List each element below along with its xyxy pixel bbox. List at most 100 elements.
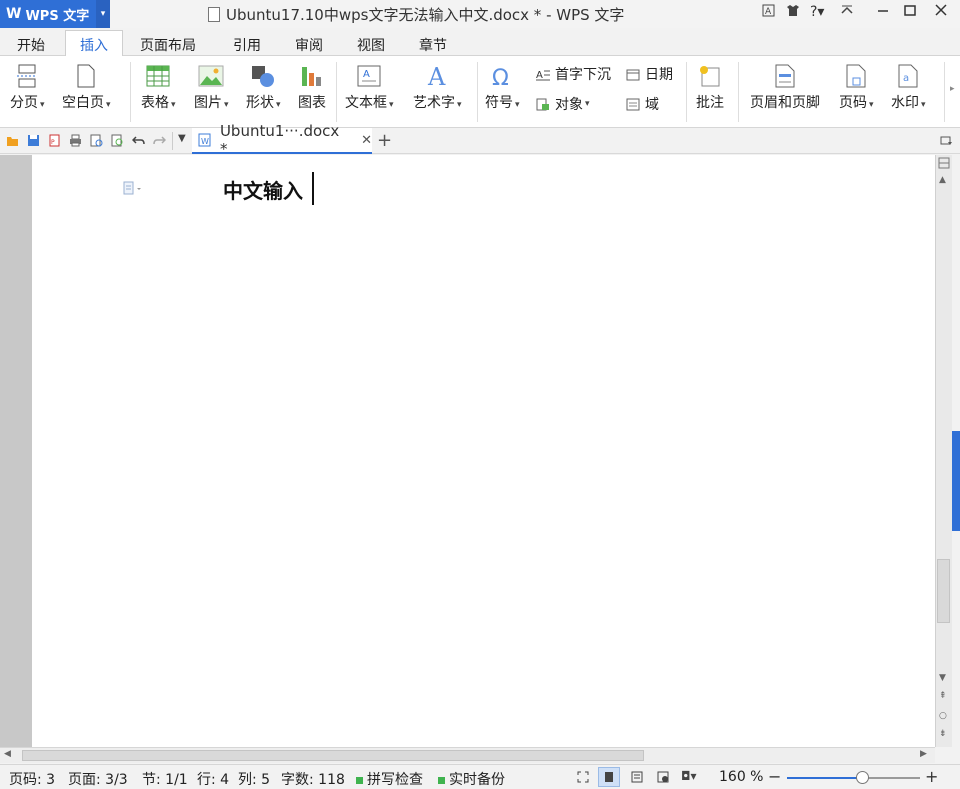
select-browse-object-icon[interactable]: ○ [939,711,947,721]
tab-insert[interactable]: 插入 [65,30,123,57]
undo-icon[interactable] [132,134,145,147]
symbol-button[interactable]: Ω 符号 ▾ [485,64,520,112]
skin-icon[interactable]: A [762,4,775,21]
tab-list-icon[interactable] [940,134,953,147]
preview-icon[interactable] [111,134,124,147]
outline-view-icon[interactable] [631,771,643,783]
wordart-button[interactable]: A 艺术字 ▾ [413,64,462,112]
symbol-label: 符号 [485,95,513,111]
new-tab-plus-icon[interactable]: + [377,130,392,151]
scroll-up-icon[interactable]: ▲ [939,175,946,185]
status-word-count[interactable]: 字数: 118 [281,769,345,789]
shirt-icon[interactable] [786,4,800,21]
horizontal-scrollbar[interactable]: ◀ ▶ [0,747,935,763]
status-page-number[interactable]: 页码: 3 [9,769,55,789]
quick-access-toolbar: P ▼ + [0,128,960,154]
scroll-down-icon[interactable]: ▼ [939,673,946,683]
document-page[interactable]: 中文输入 [32,155,935,747]
spell-check-toggle[interactable]: 拼写检查 [356,769,423,789]
svg-text:A: A [363,69,370,80]
document-icon [208,7,220,22]
shapes-label: 形状 [246,95,274,111]
close-icon[interactable] [934,4,948,21]
table-label: 表格 [141,95,169,111]
page-number-button[interactable]: 页码 ▾ [839,64,874,112]
print-preview-icon[interactable] [90,134,103,147]
tab-section[interactable]: 章节 [419,35,447,55]
shapes-button[interactable]: 形状 ▾ [246,64,281,112]
help-icon[interactable]: ?▾ [810,4,824,20]
zoom-out-icon[interactable]: − [768,767,781,786]
vertical-scrollbar[interactable]: ▲ ▼ ⇞ ○ ⇟ [935,155,952,747]
tab-page-layout[interactable]: 页面布局 [140,35,196,55]
backup-toggle[interactable]: 实时备份 [438,769,505,789]
comment-button[interactable]: 批注 [696,64,724,112]
scroll-right-icon[interactable]: ▶ [920,749,927,759]
ribbon-scroll-icon[interactable]: ▸ [950,84,955,94]
field-button[interactable]: 域 [626,94,659,114]
document-tab[interactable]: W Ubuntu1···.docx * ✕ [192,122,372,158]
app-menu-button[interactable]: W WPS 文字 ▾ [0,0,110,28]
chevron-down-icon: ▾ [457,100,462,110]
table-button[interactable]: 表格 ▾ [141,64,176,112]
title-bar: W WPS 文字 ▾ Ubuntu17.10中wps文字无法输入中文.docx … [0,0,960,28]
print-icon[interactable] [69,134,82,147]
app-dropdown-icon[interactable]: ▾ [96,0,110,28]
paragraph-options-icon[interactable] [123,181,145,195]
export-pdf-icon[interactable]: P [48,134,61,147]
page-number-label: 页码 [839,95,867,111]
page-break-button[interactable]: 分页 ▾ [10,64,45,112]
web-view-icon[interactable] [657,771,669,783]
status-pages[interactable]: 页面: 3/3 [68,769,128,789]
chart-button[interactable]: 图表 [298,64,326,112]
drop-cap-button[interactable]: A 首字下沉 [536,64,611,84]
document-tab-label: Ubuntu1···.docx * [219,122,340,158]
blank-page-label: 空白页 [62,95,104,111]
full-screen-icon[interactable] [577,771,589,783]
svg-text:A: A [427,64,446,88]
tab-references[interactable]: 引用 [233,35,261,55]
split-view-icon[interactable] [938,157,950,169]
date-button[interactable]: 日期 [626,64,673,84]
tab-view[interactable]: 视图 [357,35,385,55]
reading-mode-icon[interactable]: ◘▾ [681,769,697,783]
blank-page-button[interactable]: 空白页 ▾ [62,64,111,112]
chevron-down-icon: ▾ [515,100,520,110]
tab-home[interactable]: 开始 [17,35,45,55]
close-tab-icon[interactable]: ✕ [361,133,372,148]
chevron-down-icon: ▾ [40,100,45,110]
scroll-thumb[interactable] [937,559,950,623]
save-icon[interactable] [27,134,40,147]
status-section[interactable]: 节: 1/1 [142,769,188,789]
backup-status-icon [438,776,445,784]
textbox-label: 文本框 [345,95,387,111]
watermark-button[interactable]: a 水印 ▾ [891,64,926,112]
tab-review[interactable]: 审阅 [295,35,323,55]
textbox-button[interactable]: A 文本框 ▾ [345,64,394,112]
customize-dropdown-icon[interactable]: ▼ [178,133,186,144]
wps-logo-icon: W [6,6,22,22]
horizontal-scroll-thumb[interactable] [22,750,644,761]
chevron-down-icon: ▾ [171,100,176,110]
side-panel-toggle[interactable] [952,431,960,531]
previous-page-icon[interactable]: ⇞ [939,691,947,701]
picture-button[interactable]: 图片 ▾ [194,64,229,112]
scroll-left-icon[interactable]: ◀ [4,749,11,759]
object-button[interactable]: 对象 ▾ [536,94,590,114]
zoom-slider-thumb[interactable] [856,771,869,784]
open-folder-icon[interactable] [6,134,19,147]
drop-cap-icon: A [536,70,550,81]
zoom-slider-track[interactable] [787,771,920,784]
zoom-in-icon[interactable]: + [925,767,938,786]
zoom-slider-fill [787,777,862,779]
maximize-icon[interactable] [903,4,917,21]
text-cursor [312,172,314,205]
collapse-ribbon-icon[interactable] [840,4,854,21]
page-view-button[interactable] [598,767,620,787]
minimize-icon[interactable] [876,4,890,21]
zoom-level[interactable]: 160 % [719,769,763,785]
redo-icon[interactable] [153,134,166,147]
next-page-icon[interactable]: ⇟ [939,729,947,739]
header-footer-button[interactable]: 页眉和页脚 [750,64,820,112]
ribbon-divider [477,62,478,122]
